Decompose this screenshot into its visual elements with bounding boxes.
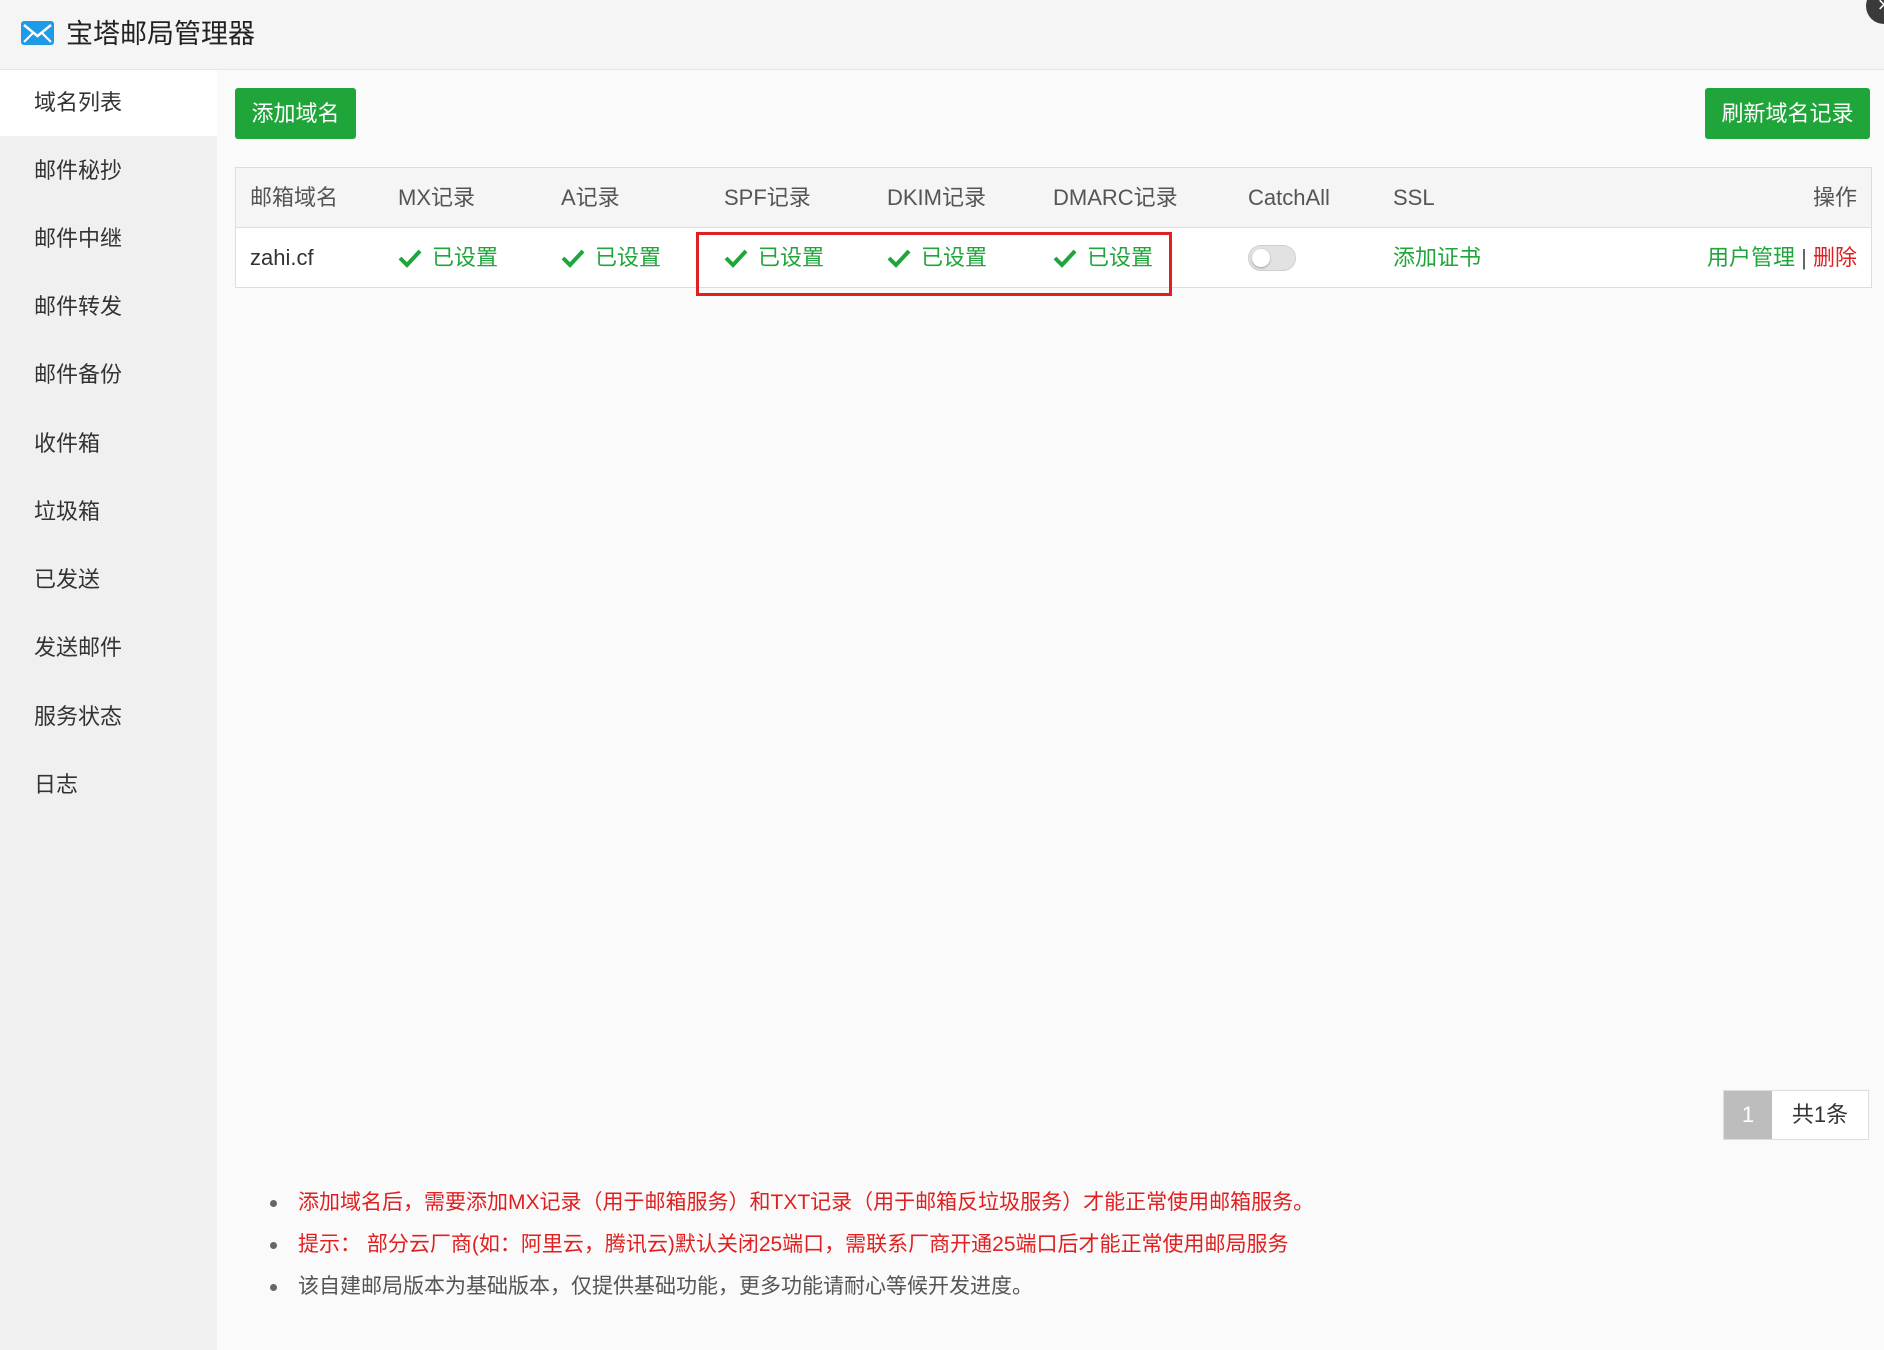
col-header-a: A记录 [561, 185, 620, 210]
cell-domain: zahi.cf [250, 245, 314, 270]
catchall-toggle[interactable] [1248, 245, 1296, 271]
mail-manager-window: 宝塔邮局管理器 × 域名列表 邮件秘抄 邮件中继 邮件转发 邮件备份 收件箱 垃… [0, 0, 1884, 1350]
page-number-button[interactable]: 1 [1724, 1091, 1772, 1139]
sidebar-item-service-status[interactable]: 服务状态 [0, 684, 217, 750]
cell-mx-status: 已设置 [398, 228, 498, 287]
tip-text: 添加域名后，需要添加MX记录（用于邮箱服务）和TXT记录（用于邮箱反垃圾服务）才… [298, 1191, 1315, 1214]
sidebar-item-domain-list[interactable]: 域名列表 [0, 70, 217, 136]
a-status-text: 已设置 [595, 245, 662, 270]
check-icon [561, 249, 585, 268]
tip-item: 提示： 部分云厂商(如：阿里云，腾讯云)默认关闭25端口，需联系厂商开通25端口… [268, 1224, 1314, 1266]
close-icon: × [1877, 0, 1884, 17]
cell-a-status: 已设置 [561, 228, 661, 287]
action-separator: | [1801, 245, 1807, 270]
sidebar-item-bcc[interactable]: 邮件秘抄 [0, 138, 217, 204]
mx-status-text: 已设置 [432, 245, 499, 270]
highlight-box [696, 232, 1172, 296]
check-icon [398, 249, 422, 268]
tip-item: 该自建邮局版本为基础版本，仅提供基础功能，更多功能请耐心等候开发进度。 [268, 1266, 1314, 1308]
tip-item: 添加域名后，需要添加MX记录（用于邮箱服务）和TXT记录（用于邮箱反垃圾服务）才… [268, 1182, 1314, 1224]
sidebar-item-logs[interactable]: 日志 [0, 752, 217, 818]
toggle-knob [1252, 249, 1270, 267]
add-domain-button[interactable]: 添加域名 [235, 88, 356, 139]
sidebar-item-inbox[interactable]: 收件箱 [0, 411, 217, 477]
tips-list: 添加域名后，需要添加MX记录（用于邮箱服务）和TXT记录（用于邮箱反垃圾服务）才… [268, 1182, 1314, 1308]
bullet-icon [270, 1242, 277, 1249]
refresh-domain-records-button[interactable]: 刷新域名记录 [1705, 88, 1870, 139]
col-header-dmarc: DMARC记录 [1053, 185, 1178, 210]
bullet-icon [270, 1284, 277, 1291]
col-header-catchall: CatchAll [1248, 185, 1330, 210]
title-bar: 宝塔邮局管理器 [0, 0, 1884, 70]
cell-actions: 用户管理 | 删除 [1707, 228, 1857, 287]
col-header-domain: 邮箱域名 [250, 185, 339, 210]
col-header-spf: SPF记录 [724, 185, 811, 210]
col-header-mx: MX记录 [398, 185, 476, 210]
sidebar-item-spam[interactable]: 垃圾箱 [0, 479, 217, 545]
pagination-total: 共1条 [1772, 1091, 1868, 1139]
sidebar-item-sent[interactable]: 已发送 [0, 547, 217, 613]
tip-text: 该自建邮局版本为基础版本，仅提供基础功能，更多功能请耐心等候开发进度。 [298, 1275, 1033, 1298]
sidebar-item-relay[interactable]: 邮件中继 [0, 206, 217, 272]
col-header-actions: 操作 [1812, 185, 1857, 210]
sidebar: 域名列表 邮件秘抄 邮件中继 邮件转发 邮件备份 收件箱 垃圾箱 已发送 发送邮… [0, 70, 217, 1350]
tip-text: 提示： 部分云厂商(如：阿里云，腾讯云)默认关闭25端口，需联系厂商开通25端口… [298, 1233, 1289, 1256]
bullet-icon [270, 1200, 277, 1207]
mail-envelope-icon [21, 21, 54, 45]
window-title: 宝塔邮局管理器 [66, 19, 255, 49]
user-management-link[interactable]: 用户管理 [1707, 245, 1795, 270]
col-header-ssl: SSL [1393, 185, 1435, 210]
table-header: 邮箱域名 MX记录 A记录 SPF记录 DKIM记录 DMARC记录 Catch… [236, 168, 1871, 228]
sidebar-item-backup[interactable]: 邮件备份 [0, 342, 217, 408]
sidebar-item-forward[interactable]: 邮件转发 [0, 274, 217, 340]
delete-link[interactable]: 删除 [1813, 245, 1857, 270]
col-header-dkim: DKIM记录 [887, 185, 987, 210]
sidebar-item-compose[interactable]: 发送邮件 [0, 615, 217, 681]
pagination: 1 共1条 [1723, 1090, 1869, 1140]
add-certificate-link[interactable]: 添加证书 [1393, 228, 1481, 287]
